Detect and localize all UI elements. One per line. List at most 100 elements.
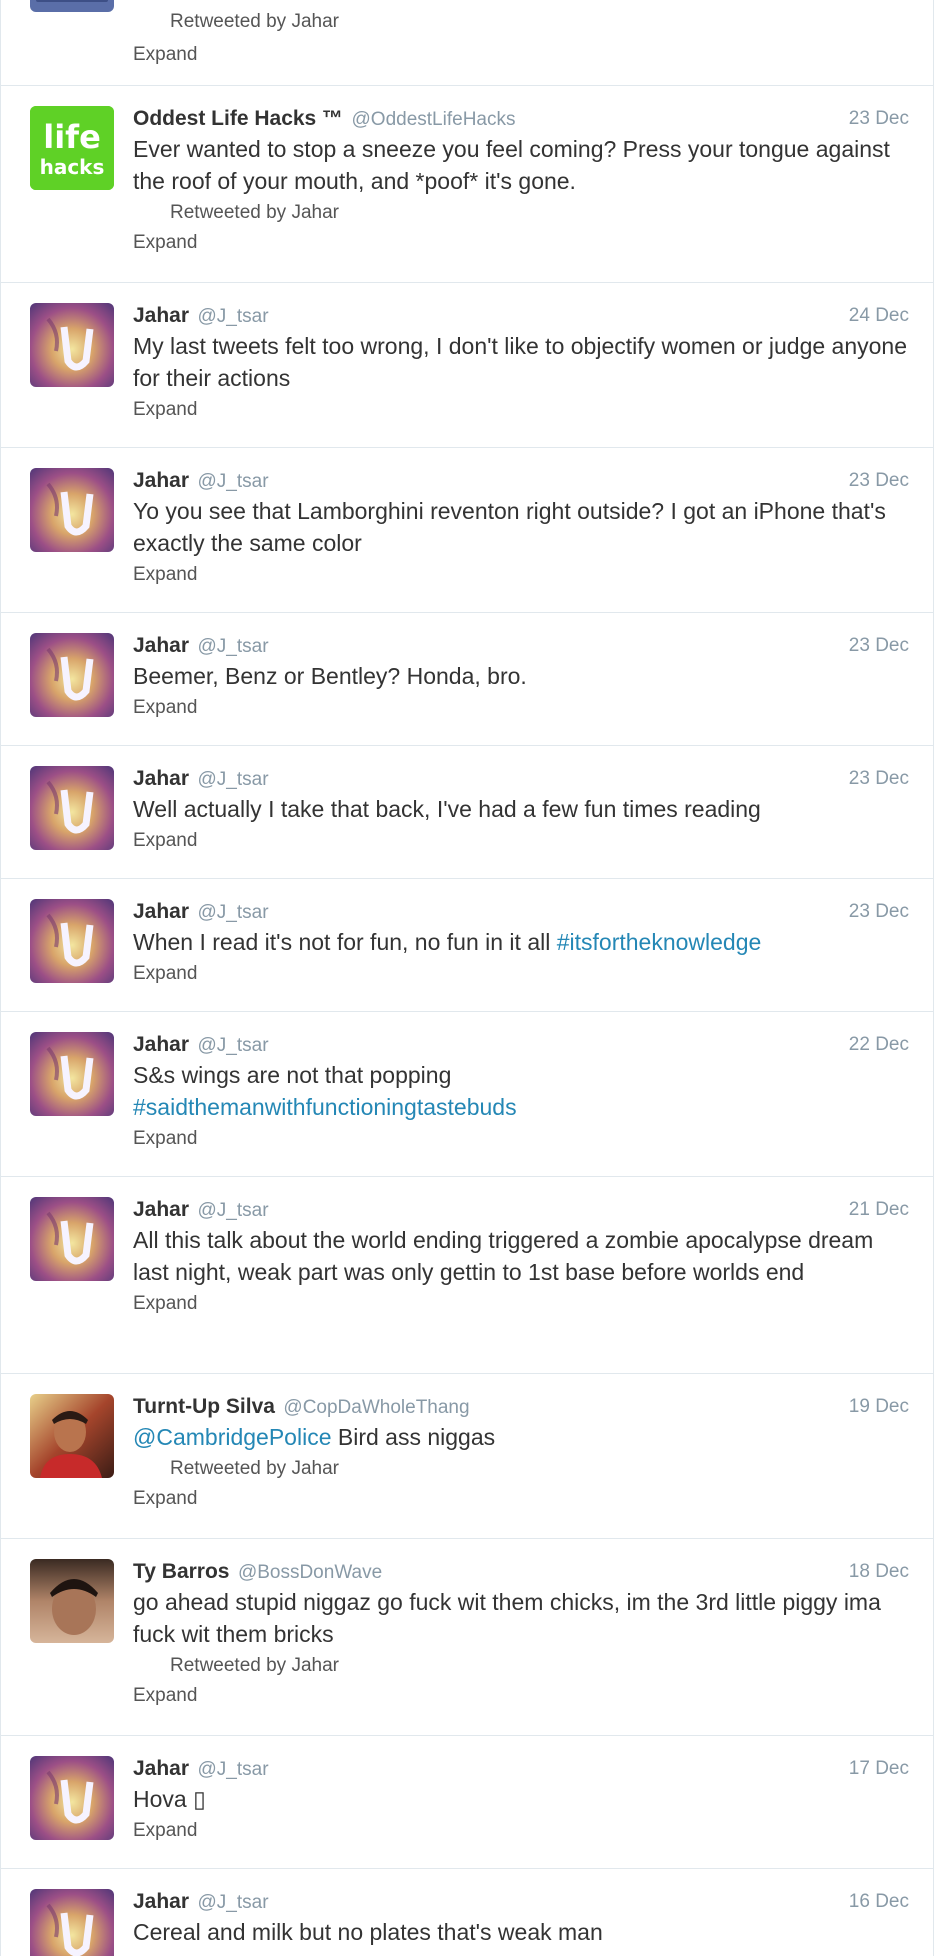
timestamp[interactable]: 23 Dec bbox=[849, 898, 909, 926]
tweet[interactable]: Jahar @J_tsar 23 Dec Beemer, Benz or Ben… bbox=[1, 613, 933, 746]
timestamp[interactable]: 21 Dec bbox=[849, 1196, 909, 1224]
expand-link[interactable]: Expand bbox=[133, 694, 909, 722]
timestamp[interactable]: 24 Dec bbox=[849, 302, 909, 330]
expand-link[interactable]: Expand bbox=[133, 960, 909, 988]
tweet[interactable]: Jahar @J_tsar 23 Dec Yo you see that Lam… bbox=[1, 448, 933, 613]
tweet-text: All this talk about the world ending tri… bbox=[133, 1227, 874, 1285]
tweet-text: Hova ▯ bbox=[133, 1786, 206, 1812]
fullname[interactable]: Jahar bbox=[133, 900, 189, 923]
retweet-context: Retweeted by Jahar bbox=[170, 202, 339, 223]
barros-avatar[interactable] bbox=[30, 1559, 114, 1643]
username[interactable]: @J_tsar bbox=[198, 769, 269, 790]
svg-text:life: life bbox=[43, 118, 101, 156]
expand-link[interactable]: Expand bbox=[133, 827, 909, 855]
lifehacks-logo-avatar[interactable]: life hacks bbox=[30, 106, 114, 190]
tweet-partial-top[interactable]: Retweeted by Jahar Expand bbox=[1, 0, 933, 86]
timestamp[interactable]: 23 Dec bbox=[849, 467, 909, 495]
username[interactable]: @J_tsar bbox=[198, 1200, 269, 1221]
fullname[interactable]: Jahar bbox=[133, 1033, 189, 1056]
expand-link[interactable]: Expand bbox=[133, 41, 197, 69]
tweet-text: go ahead stupid niggaz go fuck wit them … bbox=[133, 1589, 881, 1647]
jahar-avatar-icon bbox=[30, 1032, 114, 1116]
jahar-avatar[interactable] bbox=[30, 1756, 114, 1840]
fullname[interactable]: Jahar bbox=[133, 469, 189, 492]
jahar-avatar[interactable] bbox=[30, 468, 114, 552]
jahar-avatar[interactable] bbox=[30, 899, 114, 983]
username[interactable]: @J_tsar bbox=[198, 636, 269, 657]
timestamp[interactable]: 23 Dec bbox=[849, 105, 909, 133]
expand-link[interactable]: Expand bbox=[133, 396, 909, 424]
hashtag-link[interactable]: #saidthemanwithfunctioningtastebuds bbox=[133, 1091, 909, 1123]
username[interactable]: @J_tsar bbox=[198, 902, 269, 923]
timestamp[interactable]: 18 Dec bbox=[849, 1558, 909, 1586]
username[interactable]: @J_tsar bbox=[198, 471, 269, 492]
expand-link[interactable]: Expand bbox=[133, 1290, 909, 1318]
tweet-header: Jahar @J_tsar 21 Dec bbox=[133, 1196, 909, 1224]
fullname[interactable]: Turnt-Up Silva bbox=[133, 1395, 275, 1418]
fullname[interactable]: Jahar bbox=[133, 1198, 189, 1221]
expand-link[interactable]: Expand bbox=[133, 229, 909, 257]
tweet[interactable]: Jahar @J_tsar 16 Dec Cereal and milk but… bbox=[1, 1869, 933, 1956]
tweet[interactable]: Jahar @J_tsar 24 Dec My last tweets felt… bbox=[1, 283, 933, 448]
tweet-text: Well actually I take that back, I've had… bbox=[133, 796, 761, 822]
expand-link[interactable]: Expand bbox=[133, 1682, 909, 1710]
jahar-avatar[interactable] bbox=[30, 1032, 114, 1116]
partial-avatar[interactable] bbox=[30, 0, 114, 12]
expand-link[interactable]: Expand bbox=[133, 561, 909, 589]
jahar-avatar[interactable] bbox=[30, 1197, 114, 1281]
hashtag-link[interactable]: #itsfortheknowledge bbox=[557, 929, 762, 955]
fullname[interactable]: Oddest Life Hacks ™ bbox=[133, 107, 343, 130]
username[interactable]: @OddestLifeHacks bbox=[352, 109, 516, 130]
username[interactable]: @J_tsar bbox=[198, 1759, 269, 1780]
tweet[interactable]: Ty Barros @BossDonWave 18 Dec go ahead s… bbox=[1, 1539, 933, 1736]
timestamp[interactable]: 19 Dec bbox=[849, 1393, 909, 1421]
silva-avatar[interactable] bbox=[30, 1394, 114, 1478]
retweet-context: Retweeted by Jahar bbox=[170, 1655, 339, 1676]
fullname[interactable]: Jahar bbox=[133, 304, 189, 327]
tweet[interactable]: Jahar @J_tsar 23 Dec When I read it's no… bbox=[1, 879, 933, 1012]
fullname[interactable]: Jahar bbox=[133, 634, 189, 657]
username[interactable]: @J_tsar bbox=[198, 1035, 269, 1056]
fullname[interactable]: Ty Barros bbox=[133, 1560, 229, 1583]
username[interactable]: @J_tsar bbox=[198, 306, 269, 327]
tweet-text: When I read it's not for fun, no fun in … bbox=[133, 929, 762, 955]
tweet-header: Jahar @J_tsar 22 Dec bbox=[133, 1031, 909, 1059]
jahar-avatar-icon bbox=[30, 766, 114, 850]
tweet[interactable]: life hacks Oddest Life Hacks ™ @OddestLi… bbox=[1, 86, 933, 283]
timestamp[interactable]: 16 Dec bbox=[849, 1888, 909, 1916]
expand-link[interactable]: Expand bbox=[133, 1817, 909, 1845]
tweet[interactable]: Jahar @J_tsar 17 Dec Hova ▯ Expand bbox=[1, 1736, 933, 1869]
tweet-header: Jahar @J_tsar 17 Dec bbox=[133, 1755, 909, 1783]
jahar-avatar[interactable] bbox=[30, 633, 114, 717]
tweet-text: Beemer, Benz or Bentley? Honda, bro. bbox=[133, 663, 527, 689]
jahar-avatar[interactable] bbox=[30, 766, 114, 850]
expand-link[interactable]: Expand bbox=[133, 1125, 909, 1153]
tweet[interactable]: Turnt-Up Silva @CopDaWholeThang 19 Dec @… bbox=[1, 1374, 933, 1539]
tweet[interactable]: Jahar @J_tsar 21 Dec All this talk about… bbox=[1, 1177, 933, 1374]
expand-link[interactable]: Expand bbox=[133, 1485, 909, 1513]
username[interactable]: @BossDonWave bbox=[238, 1562, 382, 1583]
tweet-header: Jahar @J_tsar 23 Dec bbox=[133, 632, 909, 660]
svg-text:hacks: hacks bbox=[40, 155, 105, 179]
tweet[interactable]: Jahar @J_tsar 23 Dec Well actually I tak… bbox=[1, 746, 933, 879]
fullname[interactable]: Jahar bbox=[133, 1757, 189, 1780]
tweet-header: Turnt-Up Silva @CopDaWholeThang 19 Dec bbox=[133, 1393, 909, 1421]
mention-link[interactable]: @CambridgePolice bbox=[133, 1424, 332, 1450]
fullname[interactable]: Jahar bbox=[133, 767, 189, 790]
username[interactable]: @CopDaWholeThang bbox=[283, 1397, 469, 1418]
jahar-avatar[interactable] bbox=[30, 1889, 114, 1956]
jahar-avatar-icon bbox=[30, 1756, 114, 1840]
jahar-avatar[interactable] bbox=[30, 303, 114, 387]
timestamp[interactable]: 22 Dec bbox=[849, 1031, 909, 1059]
tweet-header: Jahar @J_tsar 23 Dec bbox=[133, 898, 909, 926]
timestamp[interactable]: 23 Dec bbox=[849, 632, 909, 660]
tweet-header: Jahar @J_tsar 23 Dec bbox=[133, 467, 909, 495]
fullname[interactable]: Jahar bbox=[133, 1890, 189, 1913]
lifehacks-logo-icon: life hacks bbox=[30, 106, 114, 190]
tweet-header: Ty Barros @BossDonWave 18 Dec bbox=[133, 1558, 909, 1586]
tweet-text: Ever wanted to stop a sneeze you feel co… bbox=[133, 136, 890, 194]
username[interactable]: @J_tsar bbox=[198, 1892, 269, 1913]
tweet[interactable]: Jahar @J_tsar 22 Dec S&s wings are not t… bbox=[1, 1012, 933, 1177]
timestamp[interactable]: 23 Dec bbox=[849, 765, 909, 793]
timestamp[interactable]: 17 Dec bbox=[849, 1755, 909, 1783]
